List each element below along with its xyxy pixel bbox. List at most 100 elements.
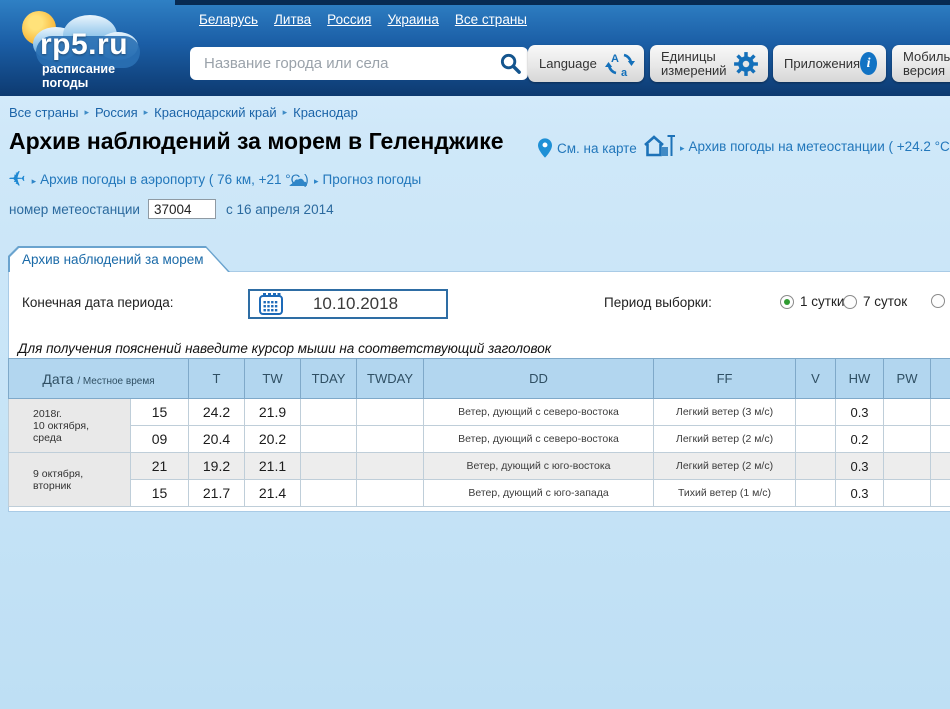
end-date-input[interactable]: 10.10.2018 <box>248 289 448 319</box>
airport-archive-link[interactable]: ▸Архив погоды в аэропорту ( 76 км, +21 °… <box>32 172 309 187</box>
station-number-input[interactable] <box>148 199 216 219</box>
breadcrumb-separator: ▸ <box>84 107 89 118</box>
twday-cell <box>357 399 424 426</box>
airport-link-wrap: ✈ ▸Архив погоды в аэропорту ( 76 км, +21… <box>8 167 309 192</box>
breadcrumb-separator: ▸ <box>144 107 149 118</box>
radio-icon <box>843 295 857 309</box>
tab-sea-archive-label: Архив наблюдений за морем <box>10 248 228 272</box>
radio-icon <box>931 294 945 308</box>
station-archive-link[interactable]: ▸Архив погоды на метеостанции ( +24.2 °C… <box>680 139 950 154</box>
pw-cell <box>884 399 931 426</box>
pw-cell <box>884 426 931 453</box>
weather-forecast-link[interactable]: ▸Прогноз погоды <box>314 172 421 187</box>
header-PW[interactable]: PW <box>884 359 931 399</box>
language-button-label: Language <box>539 56 597 71</box>
tday-cell <box>301 399 357 426</box>
dw-cell <box>931 426 950 453</box>
language-button[interactable]: Language A a <box>528 45 644 82</box>
see-on-map-link[interactable]: См. на карте <box>557 141 637 156</box>
mobile-version-button[interactable]: Мобильная версия <box>892 45 950 82</box>
header-T[interactable]: T <box>189 359 245 399</box>
link-arrow-icon: ▸ <box>314 176 319 186</box>
tw-cell: 21.9 <box>245 399 301 426</box>
header-FF[interactable]: FF <box>654 359 796 399</box>
hw-cell: 0.2 <box>836 426 884 453</box>
logo-title: rp5.ru <box>40 28 128 62</box>
table-row: 1521.721.4Ветер, дующий с юго-западаТихи… <box>9 480 950 507</box>
end-date-label: Конечная дата периода: <box>22 295 174 310</box>
t-cell: 21.7 <box>189 480 245 507</box>
tw-cell: 20.2 <box>245 426 301 453</box>
period-radio-7-days[interactable]: 7 суток <box>843 294 907 309</box>
units-button[interactable]: Единицы измерений <box>650 45 768 82</box>
breadcrumb-russia[interactable]: Россия <box>95 105 138 120</box>
breadcrumb-all-countries[interactable]: Все страны <box>9 105 78 120</box>
country-link-all[interactable]: Все страны <box>455 12 527 27</box>
ff-cell: Тихий ветер (1 м/с) <box>654 480 796 507</box>
ff-cell: Легкий ветер (2 м/с) <box>654 426 796 453</box>
applications-button-label: Приложения <box>784 56 860 71</box>
header-HW[interactable]: HW <box>836 359 884 399</box>
country-nav: Беларусь Литва Россия Украина Все страны <box>199 12 527 27</box>
cloud-icon: ☁ <box>288 167 308 192</box>
breadcrumb-krasnodar-krai[interactable]: Краснодарский край <box>154 105 276 120</box>
period-label: Период выборки: <box>604 295 712 310</box>
period-radio-3[interactable] <box>931 294 950 308</box>
hw-cell: 0.3 <box>836 399 884 426</box>
v-cell <box>796 426 836 453</box>
date-cell: 9 октября,вторник <box>9 453 131 507</box>
svg-text:A: A <box>611 53 619 65</box>
country-link-belarus[interactable]: Беларусь <box>199 12 258 27</box>
header-V[interactable]: V <box>796 359 836 399</box>
time-cell: 15 <box>131 399 189 426</box>
country-link-russia[interactable]: Россия <box>327 12 371 27</box>
site-logo[interactable]: rp5.ru расписание погоды <box>6 2 181 94</box>
tday-cell <box>301 480 357 507</box>
tab-sea-archive[interactable]: Архив наблюдений за морем <box>8 246 230 272</box>
forecast-link-wrap: ☁ ▸Прогноз погоды <box>288 167 421 192</box>
info-icon: i <box>860 52 877 75</box>
table-hint: Для получения пояснений наведите курсор … <box>18 341 551 356</box>
header-TDAY[interactable]: TDAY <box>301 359 357 399</box>
sea-archive-table-body: 2018г.10 октября,среда1524.221.9 Ветер, д… <box>9 399 950 507</box>
t-cell: 24.2 <box>189 399 245 426</box>
svg-text:a: a <box>621 67 628 78</box>
station-number-row: номер метеостанции с 16 апреля 2014 <box>9 199 334 219</box>
applications-button[interactable]: Приложения i <box>773 45 886 82</box>
archive-since-label: с 16 апреля 2014 <box>226 202 334 217</box>
city-search-input[interactable] <box>190 55 492 72</box>
gear-icon <box>733 51 759 77</box>
header-date-time[interactable]: Дата / Местное время <box>9 359 189 399</box>
ff-cell: Легкий ветер (2 м/с) <box>654 453 796 480</box>
dd-cell: Ветер, дующий с северо-востока <box>424 426 654 453</box>
v-cell <box>796 480 836 507</box>
breadcrumb-krasnodar[interactable]: Краснодар <box>293 105 358 120</box>
header-TWDAY[interactable]: TWDAY <box>357 359 424 399</box>
hw-cell: 0.3 <box>836 453 884 480</box>
sea-archive-table: Дата / Местное время T TW TDAY TWDAY DD … <box>8 358 950 507</box>
date-cell: 2018г.10 октября,среда <box>9 399 131 453</box>
table-header-row: Дата / Местное время T TW TDAY TWDAY DD … <box>9 359 950 399</box>
hw-cell: 0.3 <box>836 480 884 507</box>
page-title: Архив наблюдений за морем в Геленджике <box>9 128 504 155</box>
units-button-label: Единицы измерений <box>661 50 727 78</box>
twday-cell <box>357 480 424 507</box>
v-cell <box>796 399 836 426</box>
period-radio-1-day[interactable]: 1 сутки <box>780 294 844 309</box>
radio-icon <box>780 295 794 309</box>
breadcrumb: Все страны▸ Россия▸ Краснодарский край▸ … <box>9 105 358 120</box>
header-DW[interactable]: DW <box>931 359 950 399</box>
search-button[interactable] <box>492 47 528 80</box>
dw-cell <box>931 480 950 507</box>
breadcrumb-separator: ▸ <box>283 107 288 118</box>
calendar-icon <box>259 293 283 315</box>
header-TW[interactable]: TW <box>245 359 301 399</box>
header-DD[interactable]: DD <box>424 359 654 399</box>
translate-icon: A a <box>605 50 635 78</box>
site-header: rp5.ru расписание погоды Беларусь Литва … <box>0 0 950 96</box>
station-link-wrap: ▸Архив погоды на метеостанции ( +24.2 °C… <box>643 133 950 159</box>
ff-cell: Легкий ветер (3 м/с) <box>654 399 796 426</box>
dd-cell: Ветер, дующий с юго-востока <box>424 453 654 480</box>
country-link-lithuania[interactable]: Литва <box>274 12 311 27</box>
country-link-ukraine[interactable]: Украина <box>387 12 438 27</box>
